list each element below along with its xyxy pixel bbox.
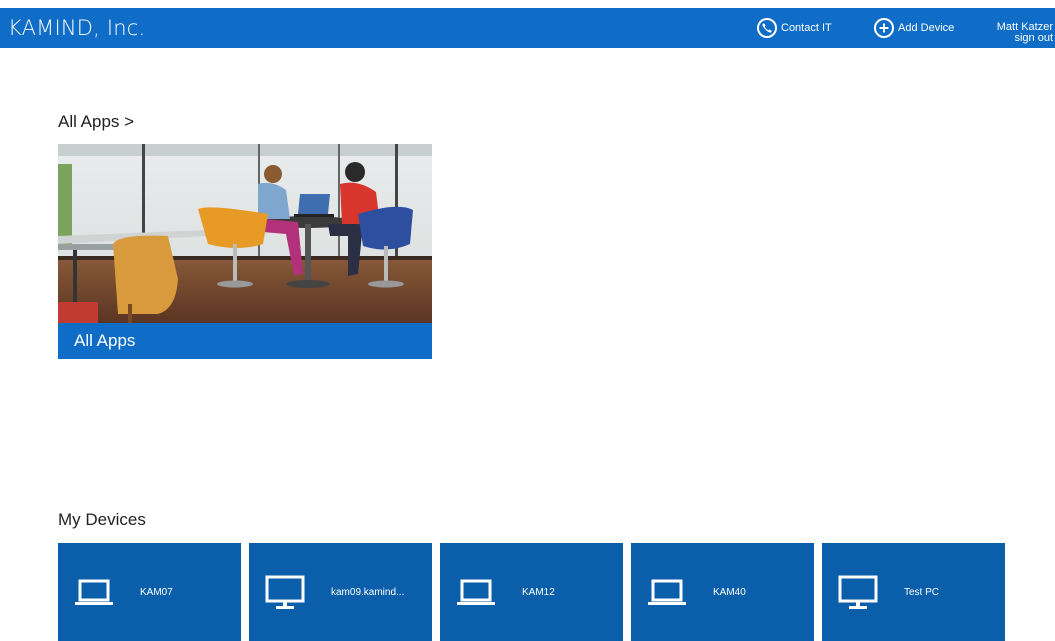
device-name: KAM07	[140, 587, 173, 598]
device-name: KAM12	[522, 587, 555, 598]
plus-circle-icon	[874, 18, 894, 38]
people-at-table-photo	[58, 144, 432, 323]
add-device-label: Add Device	[898, 22, 955, 34]
user-info: Matt Katzer sign out	[997, 22, 1053, 44]
all-apps-heading[interactable]: All Apps >	[58, 112, 134, 132]
desktop-monitor-icon	[265, 575, 305, 609]
device-tile-kam40[interactable]: KAM40	[631, 543, 814, 641]
laptop-icon	[75, 579, 113, 605]
device-tile-kam09[interactable]: kam09.kamind...	[249, 543, 432, 641]
device-tile-kam07[interactable]: KAM07	[58, 543, 241, 641]
my-devices-heading: My Devices	[58, 510, 146, 529]
top-bar: KAMIND, Inc. Contact IT Add Device Matt …	[0, 8, 1055, 48]
add-device-button[interactable]: Add Device	[874, 16, 954, 40]
device-name: KAM40	[713, 587, 746, 598]
contact-it-label: Contact IT	[781, 22, 832, 34]
contact-it-button[interactable]: Contact IT	[757, 16, 832, 40]
device-name: Test PC	[904, 587, 940, 598]
laptop-icon	[648, 579, 686, 605]
devices-list: KAM07 kam09.kamind... KAM12 KAM40 Test P…	[58, 543, 1005, 641]
all-apps-tile[interactable]: All Apps	[58, 144, 432, 359]
device-tile-test-pc[interactable]: Test PC	[822, 543, 1005, 641]
company-name: KAMIND, Inc.	[8, 16, 146, 40]
desktop-monitor-icon	[838, 575, 878, 609]
device-tile-kam12[interactable]: KAM12	[440, 543, 623, 641]
sign-out-link[interactable]: sign out	[997, 33, 1053, 44]
phone-icon	[757, 18, 777, 38]
device-name: kam09.kamind...	[331, 587, 405, 598]
all-apps-tile-label: All Apps	[58, 323, 432, 359]
laptop-icon	[457, 579, 495, 605]
